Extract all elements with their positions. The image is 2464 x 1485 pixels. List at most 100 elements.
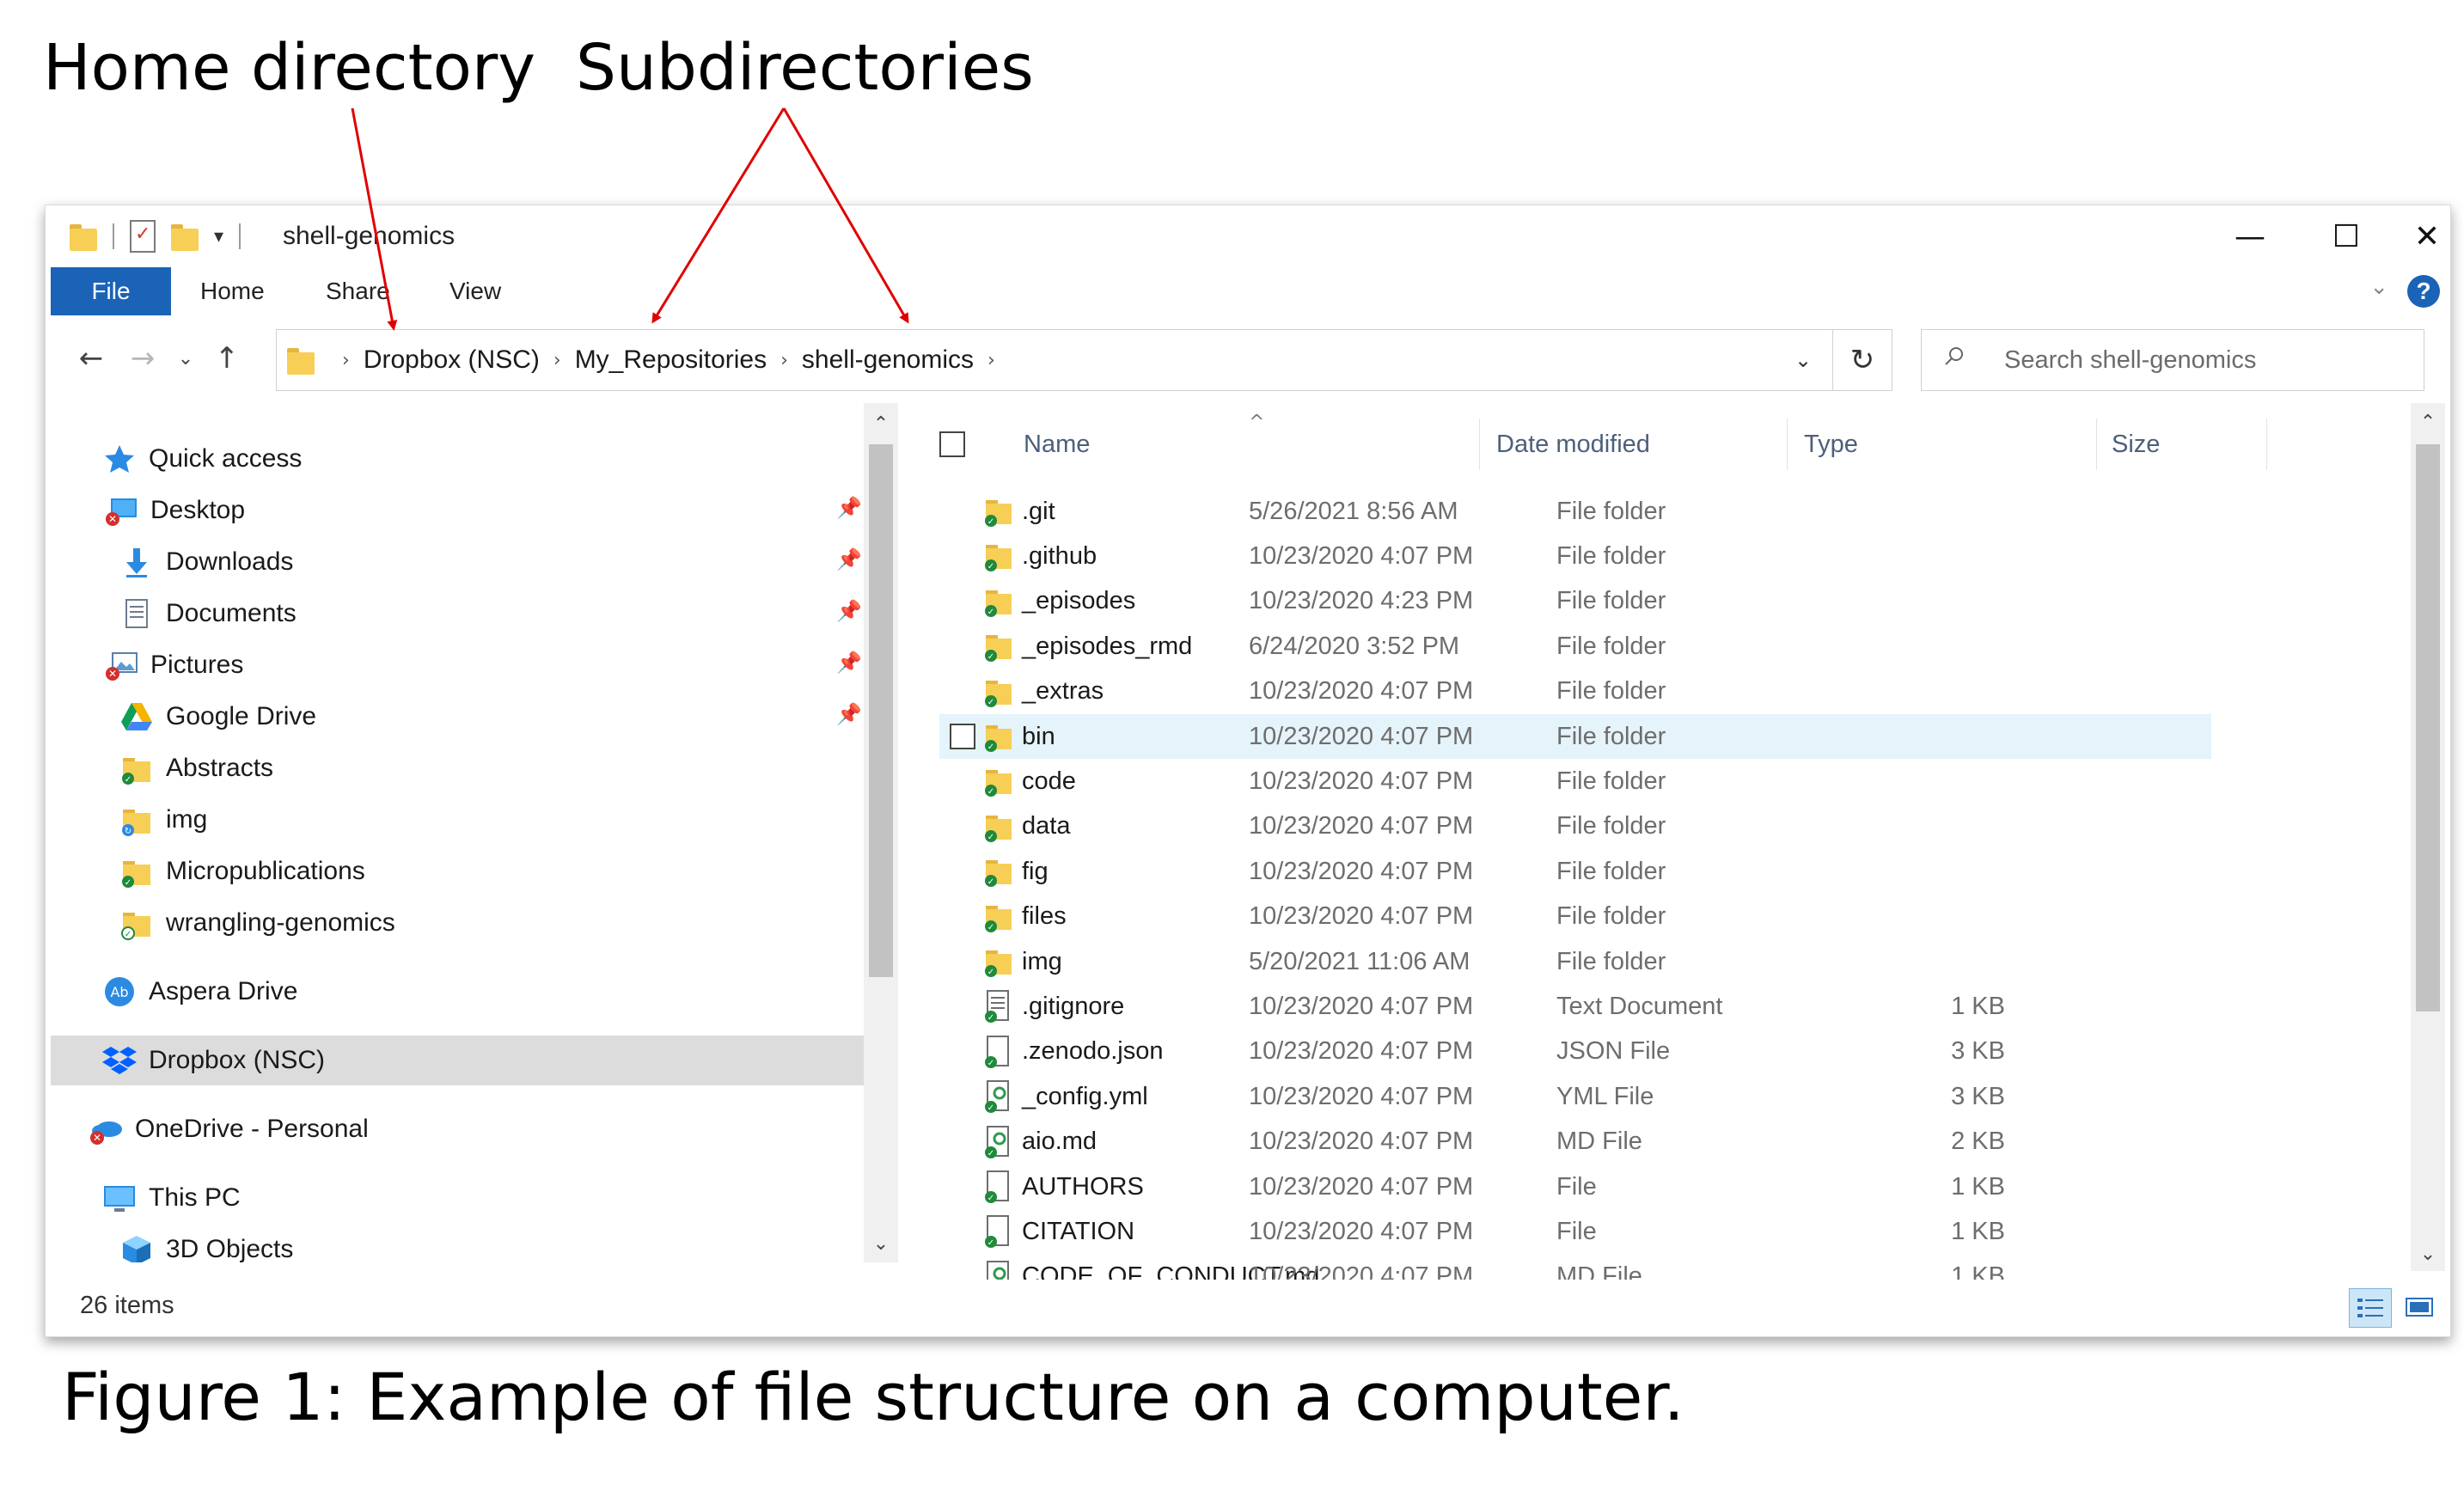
table-row[interactable]: ✓ .git 5/26/2021 8:56 AM File folder xyxy=(939,489,2211,534)
table-row[interactable]: ✓ AUTHORS 10/23/2020 4:07 PM File 1 KB xyxy=(939,1164,2211,1209)
pin-icon[interactable]: 📌 xyxy=(836,599,862,623)
pin-icon[interactable]: 📌 xyxy=(836,496,862,520)
table-row[interactable]: ✓ .github 10/23/2020 4:07 PM File folder xyxy=(939,534,2211,578)
table-row[interactable]: ✓ CITATION 10/23/2020 4:07 PM File 1 KB xyxy=(939,1209,2211,1254)
table-row[interactable]: ✓ _extras 10/23/2020 4:07 PM File folder xyxy=(939,669,2211,714)
nav-abstracts[interactable]: ✓ Abstracts xyxy=(119,743,273,793)
new-folder-icon[interactable] xyxy=(171,221,199,252)
scroll-up-icon[interactable]: ⌃ xyxy=(864,406,898,441)
breadcrumb-dropbox[interactable]: Dropbox (NSC) xyxy=(364,345,540,375)
file-size xyxy=(1799,759,2005,804)
table-row[interactable]: ✓ files 10/23/2020 4:07 PM File folder xyxy=(939,895,2211,939)
file-type: JSON File xyxy=(1556,1037,1671,1066)
file-date-modified: 10/23/2020 4:07 PM xyxy=(1249,1172,1474,1201)
breadcrumb-separator[interactable]: › xyxy=(987,350,995,371)
recent-locations-icon[interactable]: ⌄ xyxy=(164,336,207,381)
file-list: Name ^ Date modified Type Size ✓ .git 5/26… xyxy=(905,403,2400,1280)
nav-3d-objects[interactable]: 3D Objects xyxy=(119,1225,293,1262)
column-header-type[interactable]: Type xyxy=(1804,419,1858,470)
nav-downloads[interactable]: Downloads xyxy=(119,537,293,587)
nav-pictures[interactable]: ✕ Pictures xyxy=(104,640,243,690)
breadcrumb-separator[interactable]: › xyxy=(342,350,350,371)
tab-file[interactable]: File xyxy=(51,267,171,315)
customize-toolbar-icon[interactable]: ▾ xyxy=(214,226,223,248)
table-row[interactable]: ✓ fig 10/23/2020 4:07 PM File folder xyxy=(939,849,2211,894)
nav-aspera-drive[interactable]: Ab Aspera Drive xyxy=(102,967,297,1017)
file-icon: ✓ xyxy=(982,1035,1015,1069)
file-list-scrollbar[interactable]: ⌃ ⌄ xyxy=(2411,403,2445,1271)
table-row[interactable]: ✓ code 10/23/2020 4:07 PM File folder xyxy=(939,759,2211,804)
help-icon[interactable]: ? xyxy=(2407,275,2440,308)
close-button[interactable]: ✕ xyxy=(2404,214,2450,259)
file-size xyxy=(1799,895,2005,939)
refresh-icon[interactable]: ↻ xyxy=(1833,329,1892,391)
tab-home[interactable]: Home xyxy=(200,267,265,315)
nav-dropbox-nsc[interactable]: Dropbox (NSC) xyxy=(51,1036,864,1085)
nav-this-pc[interactable]: This PC xyxy=(102,1173,241,1223)
nav-wrangling-genomics[interactable]: ✓ wrangling-genomics xyxy=(119,898,395,948)
scroll-down-icon[interactable]: ⌄ xyxy=(864,1226,898,1261)
up-arrow-icon[interactable]: ↑ xyxy=(205,336,248,381)
pin-icon[interactable]: 📌 xyxy=(836,651,862,675)
nav-desktop[interactable]: ✕ Desktop xyxy=(104,486,245,535)
table-row[interactable]: ✓ data 10/23/2020 4:07 PM File folder xyxy=(939,804,2211,849)
scrollbar-thumb[interactable] xyxy=(2416,444,2440,1011)
back-arrow-icon[interactable]: ← xyxy=(70,336,113,381)
breadcrumb-separator[interactable]: › xyxy=(553,350,561,371)
expand-ribbon-icon[interactable]: ⌄ xyxy=(2369,274,2388,300)
pin-icon[interactable]: 📌 xyxy=(836,702,862,726)
tab-share[interactable]: Share xyxy=(326,267,390,315)
search-input[interactable] xyxy=(2002,330,2418,390)
file-size xyxy=(1799,939,2005,984)
file-name: .zenodo.json xyxy=(1022,1037,1164,1066)
nav-item-label: wrangling-genomics xyxy=(166,908,395,937)
file-name: _episodes_rmd xyxy=(1022,632,1193,660)
nav-onedrive-personal[interactable]: ✕ OneDrive - Personal xyxy=(89,1104,369,1154)
column-header-name[interactable]: Name xyxy=(1024,419,1090,470)
details-view-icon[interactable] xyxy=(2349,1288,2392,1328)
column-header-size[interactable]: Size xyxy=(2112,419,2160,470)
breadcrumb-shell-genomics[interactable]: shell-genomics xyxy=(802,345,974,375)
minimize-button[interactable]: — xyxy=(2211,214,2289,259)
config-file-icon: ✓ xyxy=(982,1125,1015,1159)
column-header-date-modified[interactable]: Date modified xyxy=(1496,419,1650,470)
table-row[interactable]: ✓ aio.md 10/23/2020 4:07 PM MD File 2 KB xyxy=(939,1120,2211,1164)
pin-icon[interactable]: 📌 xyxy=(836,547,862,571)
row-checkbox[interactable] xyxy=(950,724,975,749)
file-date-modified: 10/23/2020 4:07 PM xyxy=(1249,812,1474,840)
properties-icon[interactable] xyxy=(130,220,156,253)
nav-google-drive[interactable]: Google Drive xyxy=(119,692,316,742)
folder-icon: ✓ xyxy=(982,539,1015,573)
nav-img[interactable]: ↻ img xyxy=(119,795,207,845)
table-row[interactable]: ✓ .gitignore 10/23/2020 4:07 PM Text Docume… xyxy=(939,984,2211,1029)
search-box[interactable] xyxy=(1921,329,2424,391)
scroll-down-icon[interactable]: ⌄ xyxy=(2411,1237,2445,1271)
nav-item-label: Desktop xyxy=(150,496,246,524)
large-icons-view-icon[interactable] xyxy=(2399,1288,2440,1326)
table-row[interactable]: ✓CODE_OF_CONDUCT.md10/23/2020 4:07 PMMD … xyxy=(939,1255,2211,1280)
svg-text:✓: ✓ xyxy=(125,878,131,888)
address-bar[interactable]: › Dropbox (NSC) › My_Repositories › shel… xyxy=(276,329,1833,391)
table-row[interactable]: ✓ .zenodo.json 10/23/2020 4:07 PM JSON File… xyxy=(939,1030,2211,1074)
forward-arrow-icon[interactable]: → xyxy=(121,336,164,381)
select-all-checkbox[interactable] xyxy=(939,419,965,470)
table-row[interactable]: ✓ img 5/20/2021 11:06 AM File folder xyxy=(939,939,2211,984)
table-row[interactable]: ✓ _config.yml 10/23/2020 4:07 PM YML File 3 … xyxy=(939,1074,2211,1119)
tab-view[interactable]: View xyxy=(449,267,501,315)
table-row[interactable]: ✓ _episodes 10/23/2020 4:23 PM File folder xyxy=(939,579,2211,624)
table-row[interactable]: ✓ bin 10/23/2020 4:07 PM File folder xyxy=(939,714,2211,759)
address-history-dropdown[interactable]: ⌄ xyxy=(1779,330,1827,390)
nav-quick-access[interactable]: Quick access xyxy=(102,434,302,484)
file-type: File folder xyxy=(1556,722,1666,750)
breadcrumb-separator[interactable]: › xyxy=(780,350,788,371)
breadcrumb-my-repositories[interactable]: My_Repositories xyxy=(575,345,767,375)
maximize-button[interactable]: ☐ xyxy=(2308,214,2385,259)
scrollbar-thumb[interactable] xyxy=(869,444,893,977)
table-row[interactable]: ✓ _episodes_rmd 6/24/2020 3:52 PM File fold… xyxy=(939,624,2211,669)
nav-pane-scrollbar[interactable]: ⌃ ⌄ xyxy=(864,403,898,1262)
scroll-up-icon[interactable]: ⌃ xyxy=(2411,405,2445,439)
nav-micropublications[interactable]: ✓ Micropublications xyxy=(119,846,365,896)
folder-icon: ✓ xyxy=(121,913,150,940)
nav-documents[interactable]: Documents xyxy=(119,589,297,639)
item-count: 26 items xyxy=(80,1291,174,1319)
